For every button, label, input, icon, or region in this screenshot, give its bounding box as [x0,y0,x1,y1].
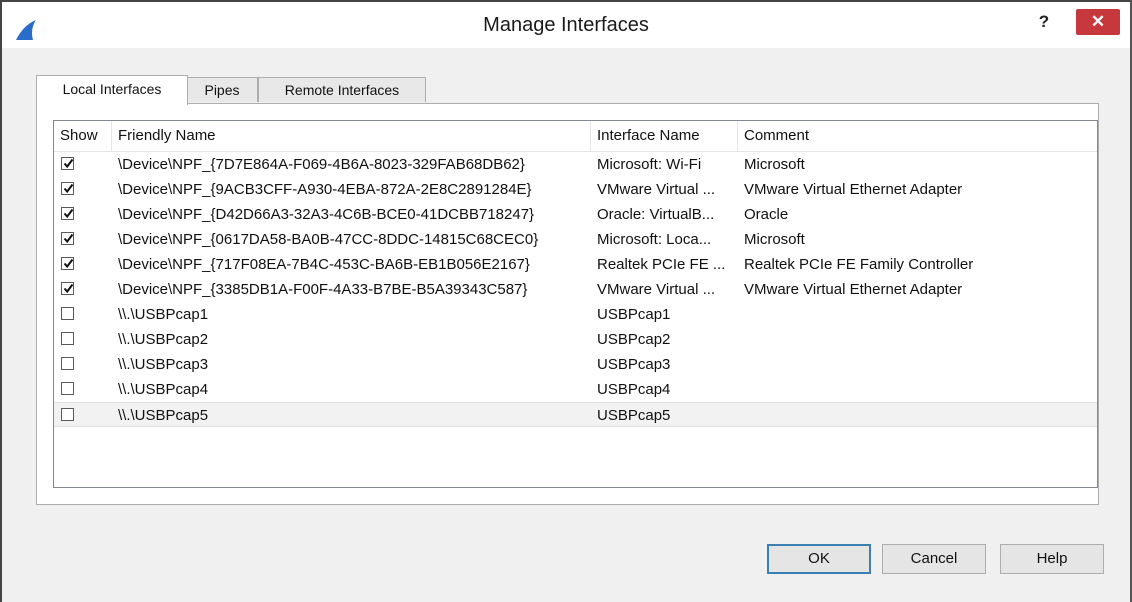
interface-name-cell: VMware Virtual ... [597,181,716,198]
tab-local-interfaces[interactable]: Local Interfaces [36,75,188,105]
table-row[interactable]: \\.\USBPcap4 USBPcap4 [54,377,1097,402]
window-border-left [0,0,2,602]
checkmark-icon [63,283,74,294]
friendly-name-cell: \Device\NPF_{3385DB1A-F00F-4A33-B7BE-B5A… [118,281,528,298]
table-row[interactable]: \Device\NPF_{D42D66A3-32A3-4C6B-BCE0-41D… [54,202,1097,227]
friendly-name-cell: \Device\NPF_{7D7E864A-F069-4B6A-8023-329… [118,156,525,173]
checkmark-icon [63,183,74,194]
show-checkbox[interactable] [61,257,74,270]
cancel-button[interactable]: Cancel [882,544,986,574]
window-title: Manage Interfaces [483,14,649,36]
table-row[interactable]: \Device\NPF_{717F08EA-7B4C-453C-BA6B-EB1… [54,252,1097,277]
show-checkbox[interactable] [61,382,74,395]
table-row[interactable]: \Device\NPF_{9ACB3CFF-A930-4EBA-872A-2E8… [54,177,1097,202]
show-checkbox[interactable] [61,408,74,421]
comment-cell [744,327,1094,352]
show-cell [54,202,112,227]
comment-cell [744,377,1094,402]
interface-name-cell: USBPcap4 [597,381,671,398]
comment-cell: VMware Virtual Ethernet Adapter [744,181,963,198]
friendly-name-cell: \Device\NPF_{0617DA58-BA0B-47CC-8DDC-148… [118,231,539,248]
interface-name-cell: USBPcap5 [597,407,671,424]
window-border-top [0,0,1132,2]
column-header-show[interactable]: Show [54,121,112,151]
tab-remote-interfaces[interactable]: Remote Interfaces [258,77,426,102]
friendly-name-cell: \\.\USBPcap2 [118,331,209,348]
show-cell [54,227,112,252]
friendly-name-cell: \\.\USBPcap1 [118,306,209,323]
list-header: Show Friendly Name Interface Name Commen… [54,121,1097,152]
show-checkbox[interactable] [61,182,74,195]
show-cell [54,177,112,202]
interface-name-cell: USBPcap1 [597,306,671,323]
interface-name-cell: Microsoft: Loca... [597,231,712,248]
interface-name-cell: Realtek PCIe FE ... [597,256,726,273]
comment-cell [744,352,1094,377]
show-cell [54,377,112,402]
help-button[interactable]: Help [1000,544,1104,574]
table-row[interactable]: \\.\USBPcap2 USBPcap2 [54,327,1097,352]
friendly-name-cell: \Device\NPF_{D42D66A3-32A3-4C6B-BCE0-41D… [118,206,535,223]
show-cell [54,302,112,327]
manage-interfaces-dialog: Manage Interfaces ? ✕ Local Interfaces P… [0,0,1132,602]
show-cell [54,277,112,302]
friendly-name-cell: \\.\USBPcap4 [118,381,209,398]
show-checkbox[interactable] [61,307,74,320]
friendly-name-cell: \Device\NPF_{9ACB3CFF-A930-4EBA-872A-2E8… [118,181,532,198]
comment-cell: Realtek PCIe FE Family Controller [744,256,974,273]
title-bar[interactable]: Manage Interfaces ? ✕ [0,0,1132,48]
show-cell [54,327,112,352]
show-cell [54,352,112,377]
table-row[interactable]: \Device\NPF_{7D7E864A-F069-4B6A-8023-329… [54,152,1097,177]
show-checkbox[interactable] [61,207,74,220]
checkmark-icon [63,233,74,244]
table-row[interactable]: \Device\NPF_{3385DB1A-F00F-4A33-B7BE-B5A… [54,277,1097,302]
table-row[interactable]: \Device\NPF_{0617DA58-BA0B-47CC-8DDC-148… [54,227,1097,252]
table-row[interactable]: \\.\USBPcap3 USBPcap3 [54,352,1097,377]
show-checkbox[interactable] [61,332,74,345]
comment-cell [744,302,1094,327]
close-button[interactable]: ✕ [1076,9,1120,35]
tab-pipes[interactable]: Pipes [186,77,258,102]
show-checkbox[interactable] [61,157,74,170]
comment-cell: Microsoft [744,231,805,248]
table-row[interactable]: \\.\USBPcap5 USBPcap5 [54,402,1097,427]
checkmark-icon [63,208,74,219]
help-title-button[interactable]: ? [1032,10,1056,34]
friendly-name-cell: \\.\USBPcap5 [118,407,209,424]
show-cell [54,403,112,428]
local-interfaces-panel: Show Friendly Name Interface Name Commen… [36,103,1099,505]
interface-name-cell: Microsoft: Wi-Fi [597,156,702,173]
show-checkbox[interactable] [61,232,74,245]
comment-cell: VMware Virtual Ethernet Adapter [744,281,963,298]
friendly-name-cell: \Device\NPF_{717F08EA-7B4C-453C-BA6B-EB1… [118,256,530,273]
column-header-comment[interactable]: Comment [738,121,1097,151]
ok-button[interactable]: OK [767,544,871,574]
column-header-friendly-name[interactable]: Friendly Name [112,121,591,151]
table-row[interactable]: \\.\USBPcap1 USBPcap1 [54,302,1097,327]
checkmark-icon [63,258,74,269]
interface-name-cell: Oracle: VirtualB... [597,206,715,223]
show-cell [54,252,112,277]
column-header-interface-name[interactable]: Interface Name [591,121,738,151]
friendly-name-cell: \\.\USBPcap3 [118,356,209,373]
checkmark-icon [63,158,74,169]
show-checkbox[interactable] [61,282,74,295]
comment-cell: Oracle [744,206,789,223]
interface-name-cell: VMware Virtual ... [597,281,716,298]
comment-cell [744,403,1094,428]
show-checkbox[interactable] [61,357,74,370]
show-cell [54,152,112,177]
interface-name-cell: USBPcap2 [597,331,671,348]
interface-name-cell: USBPcap3 [597,356,671,373]
comment-cell: Microsoft [744,156,805,173]
interfaces-list[interactable]: Show Friendly Name Interface Name Commen… [53,120,1098,488]
